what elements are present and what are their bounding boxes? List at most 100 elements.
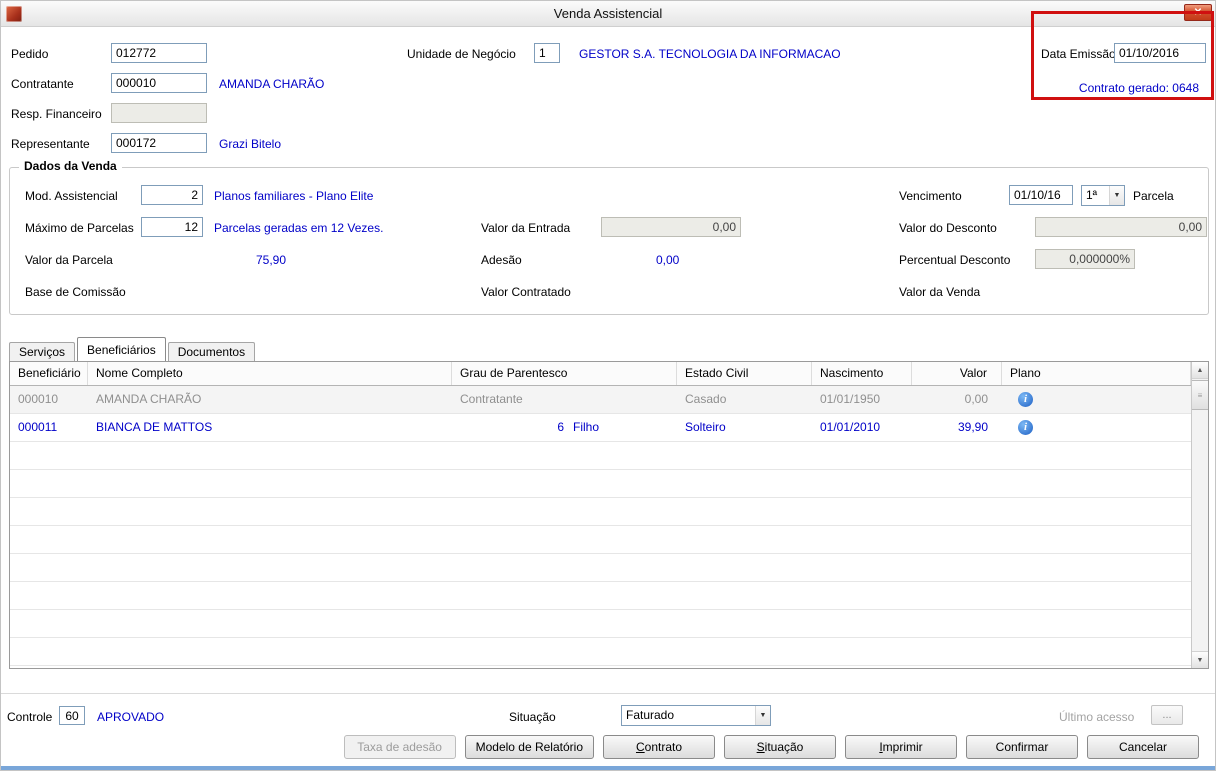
situacao-value: Faturado — [626, 708, 675, 722]
cell-valor: 0,00 — [964, 392, 988, 406]
table-row-empty[interactable] — [10, 638, 1191, 666]
contrato-gerado-text: Contrato gerado: 0648 — [1078, 81, 1199, 95]
percentual-desconto-input[interactable] — [1035, 249, 1135, 269]
contratante-label: Contratante — [11, 77, 74, 91]
valor-parcela-value: 75,90 — [256, 253, 287, 267]
tab-documentos[interactable]: Documentos — [167, 342, 256, 362]
ultimo-acesso-button[interactable]: ... — [1151, 705, 1183, 725]
unidade-negocio-name: GESTOR S.A. TECNOLOGIA DA INFORMACAO — [579, 47, 841, 61]
plano-info-icon[interactable]: i — [1018, 420, 1033, 436]
cell-empty — [88, 638, 452, 665]
tab-servicos[interactable]: Serviços — [9, 342, 76, 362]
table-row-empty[interactable] — [10, 470, 1191, 498]
tab-label: Beneficiários — [87, 343, 156, 357]
representante-label: Representante — [11, 137, 90, 151]
cell-plano: i — [1002, 386, 1191, 413]
chevron-down-icon: ▼ — [755, 706, 770, 725]
maximo-parcelas-input[interactable] — [141, 217, 203, 237]
imprimir-button[interactable]: Imprimir — [845, 735, 957, 759]
cell-beneficiario: 000010 — [18, 392, 59, 406]
contratante-input[interactable] — [111, 73, 207, 93]
confirmar-button[interactable]: Confirmar — [966, 735, 1078, 759]
parentesco-code: 6 — [557, 420, 564, 434]
table-row-empty[interactable] — [10, 582, 1191, 610]
scrollbar-thumb[interactable]: ≡ — [1192, 380, 1208, 410]
cell-empty — [912, 554, 1002, 581]
cell-empty — [677, 470, 812, 497]
cell-empty — [1002, 638, 1191, 665]
cell-empty — [452, 582, 677, 609]
cell-empty — [912, 526, 1002, 553]
column-header-plano[interactable]: Plano — [1002, 362, 1191, 385]
cell-empty — [812, 470, 912, 497]
venda-assistencial-window: Venda Assistencial ✕ Pedido Unidade de N… — [0, 0, 1216, 771]
valor-entrada-input[interactable] — [601, 217, 741, 237]
cell-nascimento: 01/01/1950 — [820, 392, 881, 406]
ultimo-acesso-label: Último acesso — [1059, 710, 1135, 724]
cancelar-button[interactable]: Cancelar — [1087, 735, 1199, 759]
column-header-valor[interactable]: Valor — [912, 362, 1002, 385]
unidade-negocio-input[interactable] — [534, 43, 560, 63]
valor-desconto-label: Valor do Desconto — [899, 221, 997, 235]
table-row-empty[interactable] — [10, 526, 1191, 554]
cell-empty — [10, 610, 88, 637]
taxa-de-adesao-button[interactable]: Taxa de adesão — [343, 735, 456, 759]
contratante-name: AMANDA CHARÃO — [219, 77, 325, 91]
mod-assistencial-label: Mod. Assistencial — [25, 189, 118, 203]
cell-empty — [1002, 610, 1191, 637]
scroll-down-button[interactable]: ▼ — [1192, 651, 1208, 668]
table-row[interactable]: 000010 AMANDA CHARÃO Contratante Casado 01/0… — [10, 386, 1191, 414]
column-header-nascimento[interactable]: Nascimento — [812, 362, 912, 385]
chevron-down-icon: ▼ — [1109, 186, 1124, 205]
cell-empty — [912, 498, 1002, 525]
table-row-empty[interactable] — [10, 610, 1191, 638]
valor-parcela-label: Valor da Parcela — [25, 253, 113, 267]
vencimento-label: Vencimento — [899, 189, 962, 203]
mod-assistencial-input[interactable] — [141, 185, 203, 205]
situacao-select[interactable]: Faturado ▼ — [621, 705, 771, 726]
table-row[interactable]: 000011 BIANCA DE MATTOS 6 Filho Solteiro 01/0… — [10, 414, 1191, 442]
cell-empty — [1002, 582, 1191, 609]
cell-nome-completo: BIANCA DE MATTOS — [96, 420, 213, 434]
table-row-empty[interactable] — [10, 442, 1191, 470]
cell-empty — [677, 638, 812, 665]
window-bottom-edge — [1, 766, 1215, 770]
cell-empty — [10, 554, 88, 581]
column-header-grau-parentesco[interactable]: Grau de Parentesco — [452, 362, 677, 385]
cell-empty — [1002, 442, 1191, 469]
data-emissao-input[interactable] — [1114, 43, 1206, 63]
contrato-button[interactable]: Contrato — [603, 735, 715, 759]
resp-financeiro-input[interactable] — [111, 103, 207, 123]
controle-input[interactable] — [59, 706, 85, 725]
cell-grau-parentesco: Contratante — [452, 386, 677, 413]
cell-empty — [452, 498, 677, 525]
column-header-estado-civil[interactable]: Estado Civil — [677, 362, 812, 385]
cell-empty — [452, 610, 677, 637]
cell-empty — [812, 610, 912, 637]
valor-venda-label: Valor da Venda — [899, 285, 981, 299]
cell-empty — [452, 638, 677, 665]
column-header-beneficiario[interactable]: Beneficiário — [10, 362, 88, 385]
modelo-de-relatorio-button[interactable]: Modelo de Relatório — [464, 735, 594, 759]
adesao-label: Adesão — [481, 253, 522, 267]
scroll-up-button[interactable]: ▲ — [1192, 362, 1208, 379]
cell-empty — [1002, 526, 1191, 553]
cell-empty — [812, 498, 912, 525]
plano-info-icon[interactable]: i — [1018, 392, 1033, 408]
column-header-nome-completo[interactable]: Nome Completo — [88, 362, 452, 385]
beneficiarios-grid: Beneficiário Nome Completo Grau de Paren… — [9, 361, 1209, 669]
situacao-button[interactable]: Situação — [724, 735, 836, 759]
tab-beneficiarios[interactable]: Beneficiários — [77, 337, 166, 362]
vertical-scrollbar[interactable]: ▲ ≡ ▼ — [1191, 362, 1208, 668]
pedido-input[interactable] — [111, 43, 207, 63]
representante-input[interactable] — [111, 133, 207, 153]
table-row-empty[interactable] — [10, 498, 1191, 526]
representante-name: Grazi Bitelo — [219, 137, 282, 151]
close-button[interactable]: ✕ — [1184, 4, 1212, 21]
parcela-number-select[interactable]: 1ª ▼ — [1081, 185, 1125, 206]
table-row-empty[interactable] — [10, 554, 1191, 582]
vencimento-date-input[interactable] — [1009, 185, 1073, 205]
controle-label: Controle — [7, 710, 53, 724]
cell-empty — [88, 582, 452, 609]
valor-desconto-input[interactable] — [1035, 217, 1207, 237]
